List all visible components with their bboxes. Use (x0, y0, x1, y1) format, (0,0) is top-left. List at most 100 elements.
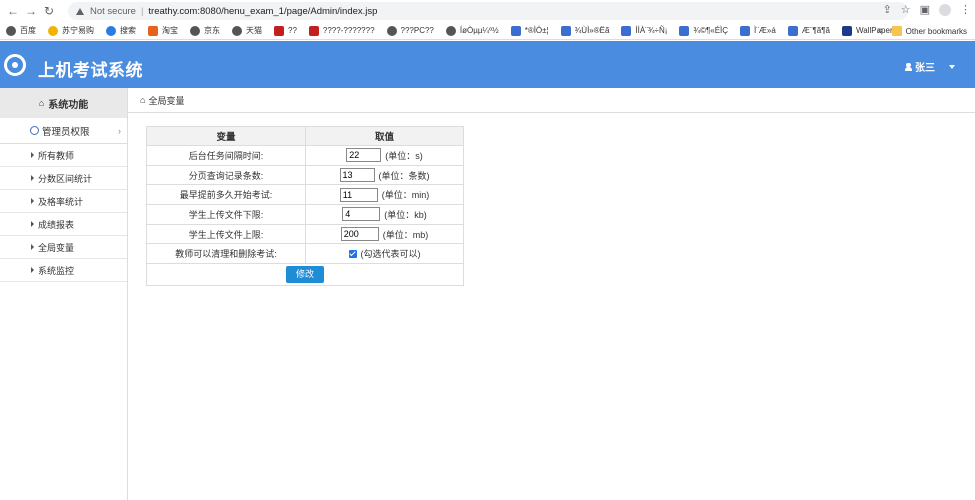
paw-icon (740, 25, 751, 36)
variable-label: 分页查询记录条数: (146, 164, 306, 186)
bookmark-label: WallPaper (856, 26, 893, 35)
bookmarks-bar: 百度 苏宁易购 搜索 淘宝 京东 天猫 ?? ????-??????? ???P… (0, 22, 975, 40)
globe-icon (190, 25, 200, 36)
variable-label: 教师可以清理和删除考试: (146, 243, 306, 265)
allow-delete-checkbox[interactable] (348, 249, 357, 258)
sidebar-item-pass-rate[interactable]: 及格率统计 (0, 190, 127, 213)
share-icon[interactable]: ⇪ (883, 3, 892, 16)
paw-icon (510, 25, 521, 36)
bookmark-label: ÌÌÀ¨¾÷Ñ¡ (635, 26, 668, 35)
bookmark-label: Ì¨Æ»á (754, 26, 776, 35)
globe-icon (232, 25, 242, 36)
page-size-input[interactable]: 13 (339, 168, 375, 183)
other-bookmarks-button[interactable]: Other bookmarks (891, 26, 967, 36)
task-interval-input[interactable]: 22 (346, 148, 382, 163)
bookmark-label: 百度 (20, 26, 36, 35)
home-icon: ⌂ (140, 95, 146, 105)
table-row: 教师可以清理和删除考试: (勾选代表可以) (146, 243, 464, 265)
bookmark-item[interactable]: Æ¨¶ã¶ã (787, 25, 830, 36)
star-icon[interactable]: ☆ (901, 3, 911, 16)
bookmarks-more-button[interactable]: » (877, 25, 883, 36)
bookmark-label: *®ÌÓ±¦ (524, 26, 549, 35)
globe-icon (386, 25, 397, 36)
caret-right-icon (31, 198, 34, 204)
sidepanel-icon[interactable]: ▣ (920, 3, 930, 16)
bookmark-item[interactable]: ¾ÙÌ»®Ëã (560, 25, 609, 36)
table-header-row: 变量 取值 (146, 126, 464, 146)
bookmark-item[interactable]: ???PC?? (386, 25, 434, 36)
upload-min-input[interactable]: 4 (342, 207, 381, 222)
variable-value-cell: 4 (单位：kb) (305, 204, 464, 225)
submit-cell: 修改 (147, 264, 464, 286)
bookmark-label: ?? (288, 26, 297, 35)
breadcrumb: ⌂ 全局变量 (128, 88, 975, 113)
bookmark-label: 搜索 (120, 26, 136, 35)
jd-icon (274, 25, 284, 36)
sidebar-header-label: 系统功能 (48, 99, 89, 111)
bookmark-item[interactable]: Ì¨Æ»á (740, 25, 776, 36)
sidebar-item-grade-report[interactable]: 成绩报表 (0, 213, 127, 236)
bookmark-item[interactable]: ÍøÒµµ¼º½ (445, 25, 499, 36)
table-row: 学生上传文件下限: 4 (单位：kb) (146, 204, 464, 225)
sidebar-item-label: 分数区间统计 (38, 173, 93, 184)
variable-value-cell: 13 (单位：条数) (305, 164, 464, 186)
sidebar-item-label: 全局变量 (38, 242, 75, 253)
caret-right-icon (31, 175, 34, 181)
bookmark-item[interactable]: WallPaper (842, 25, 893, 36)
early-start-input[interactable]: 11 (339, 187, 378, 202)
url-separator: | (140, 5, 144, 17)
sidebar-group-admin[interactable]: 管理员权限 › (0, 118, 127, 144)
sidebar-item-monitor[interactable]: 系统监控 (0, 259, 127, 282)
menu-icon[interactable]: ⋮ (960, 3, 971, 16)
caret-right-icon (31, 152, 34, 158)
url-text[interactable]: treathy.com:8080/henu_exam_1/page/Admin/… (148, 6, 377, 17)
globe-icon (445, 25, 456, 36)
user-menu-button[interactable]: 张三 (905, 59, 955, 74)
forward-icon[interactable]: → (22, 4, 40, 18)
table-row: 最早提前多久开始考试: 11 (单位：min) (146, 184, 464, 206)
bookmark-item[interactable]: *®ÌÓ±¦ (510, 25, 549, 36)
profile-icon[interactable] (939, 3, 951, 16)
sidebar-item-label: 及格率统计 (38, 196, 84, 207)
bookmark-item[interactable]: 京东 (190, 25, 220, 36)
address-bar[interactable]: Not secure | treathy.com:8080/henu_exam_… (68, 2, 908, 20)
t-icon (308, 25, 319, 36)
paw-icon (621, 25, 632, 36)
reload-icon[interactable]: ↻ (40, 4, 58, 18)
variable-value-cell: 22 (单位：s) (305, 145, 464, 166)
sidebar-item-score-range[interactable]: 分数区间统计 (0, 167, 127, 190)
variable-label: 学生上传文件上限: (146, 223, 306, 245)
bookmark-label: Æ¨¶ã¶ã (801, 26, 830, 35)
global-variables-table: 变量 取值 后台任务间隔时间: 22 (单位：s) 分页查询记录条数: 13 (单位… (146, 126, 464, 287)
sidebar-item-global-vars[interactable]: 全局变量 (0, 236, 127, 259)
bookmark-item[interactable]: ÌÌÀ¨¾÷Ñ¡ (621, 25, 668, 36)
bookmark-item[interactable]: 搜索 (106, 25, 136, 36)
bookmark-item[interactable]: 天猫 (232, 25, 262, 36)
logo-icon (4, 54, 26, 76)
upload-max-input[interactable]: 200 (340, 227, 379, 242)
back-icon[interactable]: ← (4, 4, 22, 18)
bookmark-item[interactable]: ?? (274, 25, 297, 36)
variable-label: 后台任务间隔时间: (146, 145, 306, 166)
sidebar-item-teachers[interactable]: 所有教师 (0, 144, 127, 167)
paw-icon (679, 25, 690, 36)
browser-toolbar: ← → ↻ Not secure | treathy.com:8080/henu… (0, 0, 975, 22)
bookmark-label: 京东 (204, 26, 220, 35)
column-header-variable: 变量 (146, 126, 306, 146)
modify-button[interactable]: 修改 (285, 266, 324, 284)
home-icon: ⌂ (38, 98, 45, 108)
bookmark-label: ???PC?? (400, 26, 434, 35)
bookmark-item[interactable]: 淘宝 (148, 25, 178, 36)
bookmark-item[interactable]: ¾©¶«ÉÌÇ (679, 25, 728, 36)
search-icon (106, 25, 116, 36)
paw-icon (787, 25, 798, 36)
bookmark-item[interactable]: 苏宁易购 (48, 25, 94, 36)
paw-icon (560, 25, 571, 36)
checkbox-note: (勾选代表可以) (360, 249, 421, 260)
caret-right-icon (31, 267, 34, 273)
table-row: 学生上传文件上限: 200 (单位：mb) (146, 223, 464, 245)
bookmark-item[interactable]: ????-??????? (308, 25, 375, 36)
security-label: Not secure (90, 5, 136, 17)
bookmark-item[interactable]: 百度 (6, 25, 36, 36)
bookmark-label: ÍøÒµµ¼º½ (459, 26, 499, 35)
